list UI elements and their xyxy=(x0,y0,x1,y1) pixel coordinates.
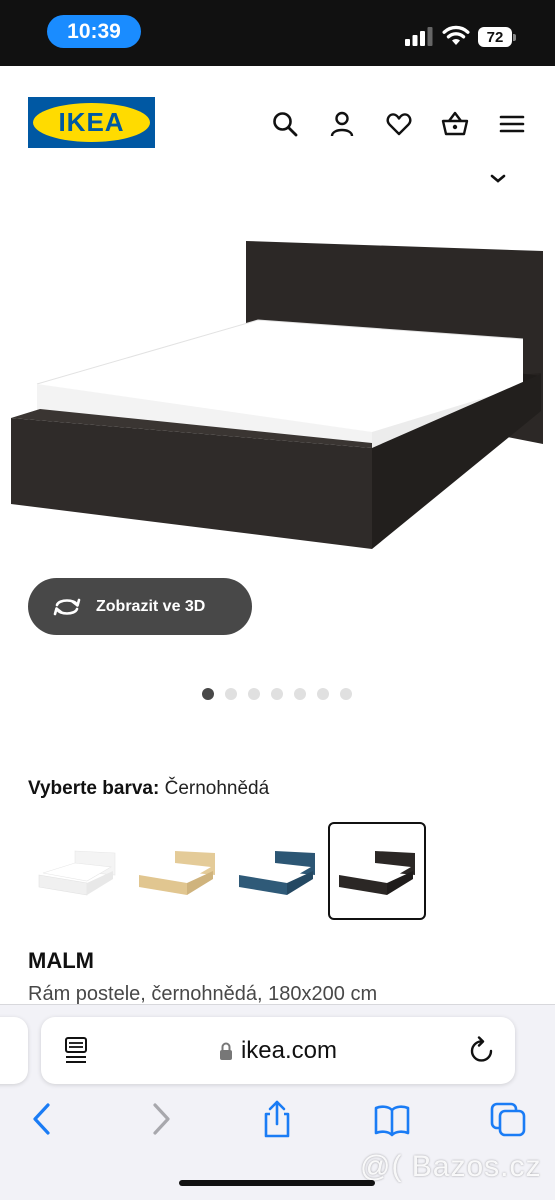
carousel-dot[interactable] xyxy=(225,688,237,700)
chevron-down-icon[interactable] xyxy=(489,172,507,184)
status-time[interactable]: 10:39 xyxy=(47,15,141,48)
reload-icon[interactable] xyxy=(468,1036,496,1066)
search-icon[interactable] xyxy=(271,110,299,138)
share-icon[interactable] xyxy=(259,1100,295,1138)
ikea-logo-text: IKEA xyxy=(33,103,150,142)
color-swatches xyxy=(28,822,426,920)
swatch-white[interactable] xyxy=(28,822,126,920)
status-bar: 10:39 72 xyxy=(0,0,555,66)
image-carousel-dots xyxy=(202,688,352,700)
product-name: MALM xyxy=(28,948,94,973)
carousel-dot[interactable] xyxy=(248,688,260,700)
carousel-dot[interactable] xyxy=(271,688,283,700)
carousel-dot[interactable] xyxy=(340,688,352,700)
site-header: IKEA xyxy=(0,66,555,178)
bookmarks-icon[interactable] xyxy=(374,1100,410,1138)
wifi-icon xyxy=(442,25,470,45)
battery-tip xyxy=(513,34,516,41)
view-3d-button[interactable]: Zobrazit ve 3D xyxy=(28,578,252,635)
view-3d-label: Zobrazit ve 3D xyxy=(96,597,206,615)
lock-icon xyxy=(219,1042,232,1060)
tabs-icon[interactable] xyxy=(490,1100,526,1138)
url-display[interactable]: ikea.com xyxy=(41,1017,515,1084)
bed-thumbnail-white xyxy=(38,850,116,896)
ikea-logo[interactable]: IKEA xyxy=(28,97,155,148)
cellular-signal-icon xyxy=(405,27,433,46)
forward-icon[interactable] xyxy=(143,1100,179,1138)
color-label: Vyberte barva: xyxy=(28,778,160,799)
bazos-watermark: @( Bazos.cz xyxy=(360,1150,542,1183)
account-icon[interactable] xyxy=(328,110,356,138)
carousel-dot[interactable] xyxy=(294,688,306,700)
bed-thumbnail-blue xyxy=(239,851,315,895)
product-description: Rám postele, černohnědá, 180x200 cm xyxy=(28,983,378,1005)
menu-icon[interactable] xyxy=(498,110,526,138)
carousel-dot[interactable] xyxy=(317,688,329,700)
bed-thumbnail-black-brown xyxy=(339,851,415,895)
color-selector-label: Vyberte barva: Černohnědá xyxy=(28,778,269,800)
home-indicator xyxy=(179,1180,375,1186)
battery-indicator: 72 xyxy=(478,27,518,47)
swatch-blue[interactable] xyxy=(228,822,326,920)
battery-level: 72 xyxy=(478,27,512,47)
bed-thumbnail-oak xyxy=(139,851,215,895)
carousel-dot[interactable] xyxy=(202,688,214,700)
color-value: Černohnědá xyxy=(164,778,270,799)
product-image-bed[interactable] xyxy=(0,236,555,556)
back-icon[interactable] xyxy=(24,1100,60,1138)
rotate-3d-icon xyxy=(53,598,81,615)
address-bar[interactable]: ikea.com xyxy=(41,1017,515,1084)
swatch-white-stained-oak[interactable] xyxy=(128,822,226,920)
favorites-heart-icon[interactable] xyxy=(385,110,413,138)
swatch-black-brown[interactable] xyxy=(328,822,426,920)
shopping-basket-icon[interactable] xyxy=(441,110,469,138)
previous-tab-preview[interactable] xyxy=(0,1017,28,1084)
url-text: ikea.com xyxy=(240,1036,338,1064)
